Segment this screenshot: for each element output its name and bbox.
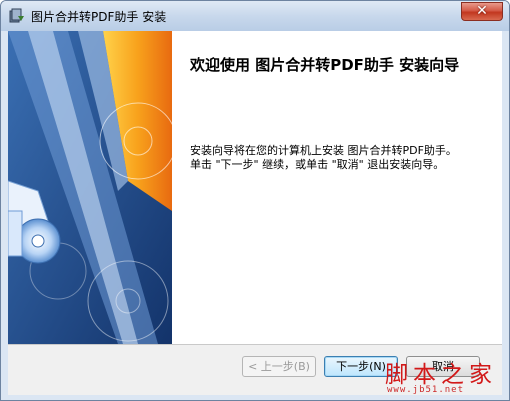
window-title: 图片合并转PDF助手 安装 [31, 10, 167, 24]
description-line-1: 安装向导将在您的计算机上安装 图片合并转PDF助手。 [190, 144, 457, 157]
welcome-panel: 欢迎使用 图片合并转PDF助手 安装向导 安装向导将在您的计算机上安装 图片合并… [172, 31, 502, 344]
back-button[interactable]: < 上一步(B) [242, 356, 316, 377]
welcome-heading: 欢迎使用 图片合并转PDF助手 安装向导 [190, 56, 460, 74]
watermark-url: www.jb51.net [387, 385, 465, 395]
installer-banner-image [8, 31, 172, 344]
close-icon: ✕ [476, 3, 488, 19]
installer-app-icon [9, 8, 24, 23]
watermark-text: 脚本之家 [385, 362, 497, 388]
title-bar[interactable]: 图片合并转PDF助手 安装 ✕ [1, 1, 509, 31]
installer-window: 图片合并转PDF助手 安装 ✕ 欢迎使用 图片合并转PDF助手 安装向导 安装向… [0, 0, 510, 401]
site-watermark: 脚本之家 www.jb51.net [377, 353, 507, 399]
description-line-2: 单击 "下一步" 继续，或单击 "取消" 退出安装向导。 [190, 158, 445, 171]
client-area: 欢迎使用 图片合并转PDF助手 安装向导 安装向导将在您的计算机上安装 图片合并… [8, 31, 502, 395]
welcome-description: 安装向导将在您的计算机上安装 图片合并转PDF助手。 单击 "下一步" 继续，或… [190, 144, 502, 172]
close-button[interactable]: ✕ [461, 2, 503, 21]
